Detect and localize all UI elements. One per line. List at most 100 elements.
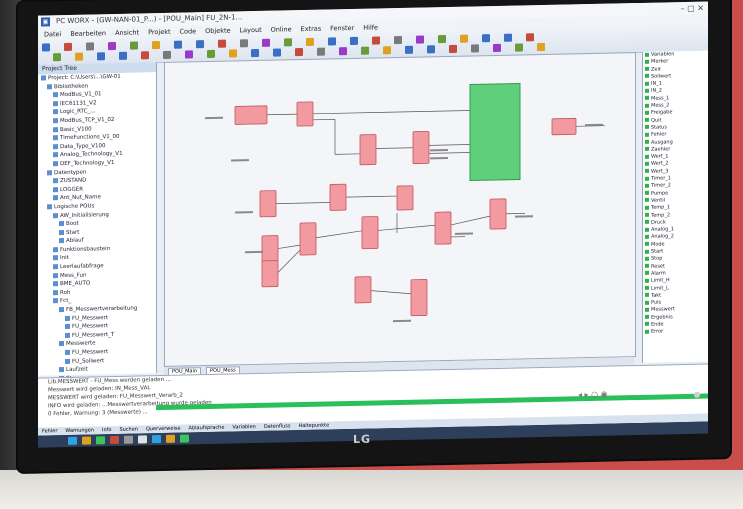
- toolbar-button[interactable]: [504, 33, 512, 42]
- toolbar-button[interactable]: [427, 45, 435, 54]
- monitor-buttons[interactable]: ◂ ▸ ○ ◉: [578, 390, 608, 400]
- toolbar-button[interactable]: [119, 51, 127, 60]
- toolbar-button[interactable]: [449, 44, 457, 53]
- function-block[interactable]: [261, 260, 279, 288]
- toolbar-button[interactable]: [482, 34, 490, 43]
- function-block[interactable]: [234, 105, 268, 125]
- selected-function-block[interactable]: [469, 82, 521, 182]
- toolbar-button[interactable]: [108, 41, 116, 51]
- menu-item-bearbeiten[interactable]: Bearbeiten: [70, 27, 106, 40]
- window-controls[interactable]: – ▢ ✕: [681, 2, 704, 15]
- toolbar-button[interactable]: [394, 35, 402, 45]
- variable-label: Messwert: [651, 306, 675, 314]
- toolbar-button[interactable]: [174, 40, 182, 49]
- function-block[interactable]: [296, 101, 314, 127]
- toolbar-button[interactable]: [64, 42, 72, 52]
- variable-label: Sollwert: [651, 73, 672, 80]
- toolbar-button[interactable]: [42, 43, 50, 52]
- menu-item-fenster[interactable]: Fenster: [330, 22, 354, 35]
- function-block[interactable]: [329, 183, 347, 211]
- toolbar-button[interactable]: [350, 36, 358, 46]
- taskbar-app-icon[interactable]: [138, 435, 147, 444]
- function-block[interactable]: [396, 185, 414, 211]
- toolbar-button[interactable]: [284, 38, 292, 47]
- variable-label: Merker: [651, 58, 669, 66]
- variable-icon: [645, 66, 649, 71]
- function-block[interactable]: [261, 235, 279, 263]
- toolbar-button[interactable]: [405, 45, 413, 54]
- taskbar-app-icon[interactable]: [166, 434, 175, 443]
- toolbar-button[interactable]: [372, 36, 380, 45]
- wire-connection: [313, 110, 470, 115]
- menu-item-online[interactable]: Online: [271, 23, 292, 35]
- toolbar-button[interactable]: [97, 52, 105, 61]
- function-block[interactable]: [359, 134, 377, 166]
- tree-item-label: Mess_Fun: [60, 272, 87, 279]
- toolbar-button[interactable]: [295, 48, 303, 57]
- toolbar-button[interactable]: [328, 37, 336, 46]
- toolbar-button[interactable]: [218, 39, 226, 48]
- function-block[interactable]: [489, 198, 507, 230]
- taskbar-app-icon[interactable]: [180, 434, 189, 443]
- menu-item-ansicht[interactable]: Ansicht: [115, 26, 139, 39]
- function-block[interactable]: [410, 279, 428, 317]
- variable-label: Stop: [651, 255, 663, 263]
- taskbar-app-icon[interactable]: [96, 436, 105, 445]
- menu-item-hilfe[interactable]: Hilfe: [363, 21, 378, 33]
- toolbar-button[interactable]: [361, 46, 369, 55]
- function-block[interactable]: [299, 222, 317, 256]
- function-block[interactable]: [412, 131, 430, 165]
- function-block-diagram[interactable]: [164, 52, 636, 367]
- function-block[interactable]: [259, 190, 277, 218]
- toolbar-button[interactable]: [130, 41, 138, 50]
- toolbar-button[interactable]: [185, 50, 193, 59]
- toolbar-button[interactable]: [207, 49, 215, 59]
- toolbar-button[interactable]: [273, 48, 281, 57]
- toolbar-button[interactable]: [262, 38, 270, 47]
- toolbar-button[interactable]: [251, 48, 259, 58]
- menu-item-layout[interactable]: Layout: [240, 24, 262, 36]
- function-block[interactable]: [354, 276, 372, 304]
- toolbar-button[interactable]: [438, 35, 446, 44]
- variable-icon: [645, 147, 649, 152]
- toolbar-button[interactable]: [471, 44, 479, 53]
- toolbar-button[interactable]: [383, 46, 391, 55]
- toolbar-button[interactable]: [317, 47, 325, 56]
- taskbar-app-icon[interactable]: [152, 435, 161, 444]
- menu-item-objekte[interactable]: Objekte: [205, 25, 230, 38]
- toolbar-button[interactable]: [163, 50, 171, 59]
- toolbar-button[interactable]: [196, 40, 204, 49]
- taskbar-app-icon[interactable]: [124, 435, 133, 444]
- toolbar-button[interactable]: [339, 47, 347, 56]
- function-block[interactable]: [434, 211, 452, 245]
- diagram-canvas[interactable]: [165, 53, 635, 366]
- function-block[interactable]: [551, 117, 577, 136]
- toolbar-button[interactable]: [141, 51, 149, 60]
- toolbar-button[interactable]: [75, 52, 83, 61]
- toolbar-button[interactable]: [240, 39, 248, 48]
- wire-connection: [377, 224, 436, 231]
- function-block[interactable]: [361, 216, 379, 250]
- toolbar-button[interactable]: [229, 49, 237, 58]
- taskbar-app-icon[interactable]: [82, 436, 91, 445]
- taskbar-app-icon[interactable]: [68, 436, 77, 445]
- folder-icon: [53, 298, 58, 304]
- toolbar-button[interactable]: [416, 35, 424, 44]
- toolbar-button[interactable]: [86, 42, 94, 51]
- menu-item-extras[interactable]: Extras: [301, 23, 322, 35]
- toolbar-button[interactable]: [53, 53, 61, 62]
- variable-item[interactable]: Error: [643, 328, 708, 337]
- status-tab[interactable]: Info: [102, 426, 111, 434]
- pin-label: [430, 148, 448, 152]
- toolbar-button[interactable]: [306, 37, 314, 46]
- menu-item-projekt[interactable]: Projekt: [148, 26, 170, 38]
- menu-item-datei[interactable]: Datei: [44, 28, 61, 40]
- toolbar-button[interactable]: [515, 43, 523, 52]
- toolbar-button[interactable]: [537, 42, 545, 52]
- toolbar-button[interactable]: [493, 43, 501, 53]
- toolbar-button[interactable]: [526, 33, 534, 42]
- menu-item-code[interactable]: Code: [180, 25, 197, 37]
- taskbar-app-icon[interactable]: [110, 435, 119, 445]
- toolbar-button[interactable]: [460, 34, 468, 43]
- toolbar-button[interactable]: [152, 41, 160, 50]
